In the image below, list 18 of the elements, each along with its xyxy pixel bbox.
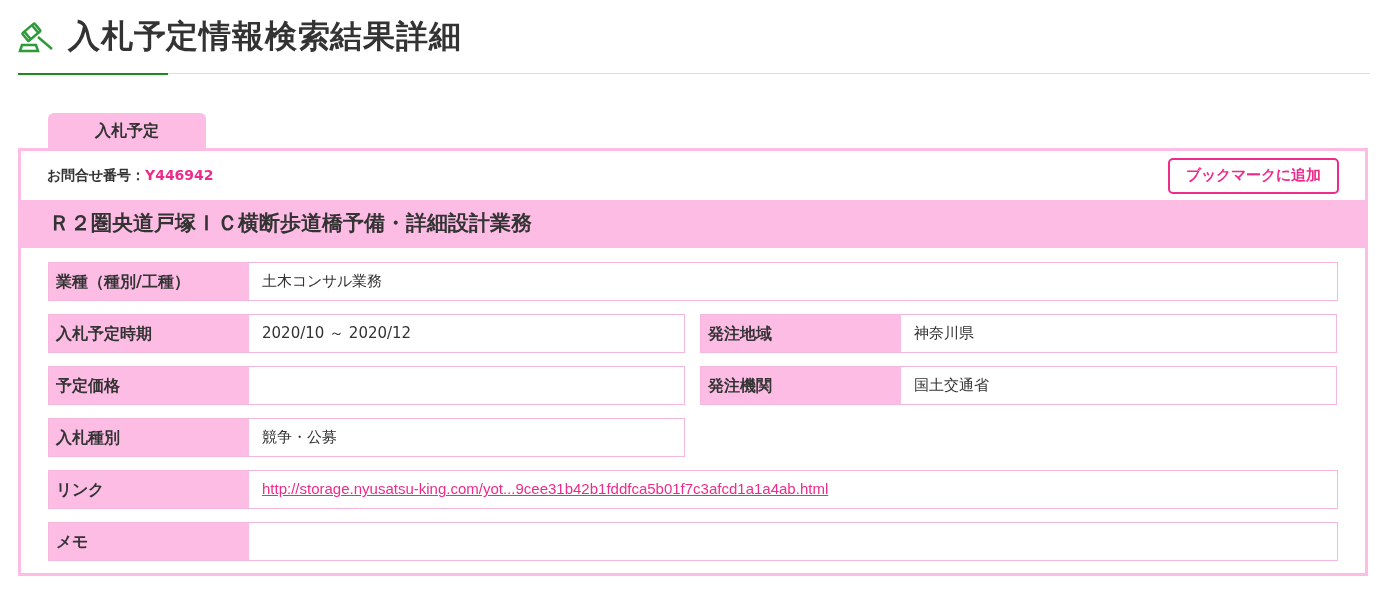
- field-label: 業種（種別/工種）: [49, 263, 249, 300]
- field-label: 発注地域: [701, 315, 901, 352]
- field-label: メモ: [49, 523, 249, 560]
- field-value: 2020/10 ～ 2020/12: [262, 323, 412, 345]
- inquiry-number: お問合せ番号：Y446942: [47, 166, 214, 185]
- field-label: 発注機関: [701, 367, 901, 404]
- field-label: リンク: [49, 471, 249, 508]
- field-value: 国土交通省: [914, 375, 989, 397]
- bookmark-button[interactable]: ブックマークに追加: [1168, 157, 1339, 194]
- project-title: Ｒ２圏央道戸塚ＩＣ横断歩道橋予備・詳細設計業務: [49, 210, 532, 238]
- link[interactable]: http://storage.nyusatsu-king.com/yot...9cee31b42b1fddfca5b01f7c3afcd1a1a4ab.html: [262, 478, 829, 501]
- field-value: 神奈川県: [914, 323, 974, 345]
- field-value: 土木コンサル業務: [262, 271, 382, 293]
- field-label: 予定価格: [49, 367, 249, 404]
- field-label: 入札予定時期: [49, 315, 249, 352]
- field-value: 競争・公募: [262, 427, 337, 449]
- page-title: 入札予定情報検索結果詳細: [68, 16, 462, 57]
- field-label: 入札種別: [49, 419, 249, 456]
